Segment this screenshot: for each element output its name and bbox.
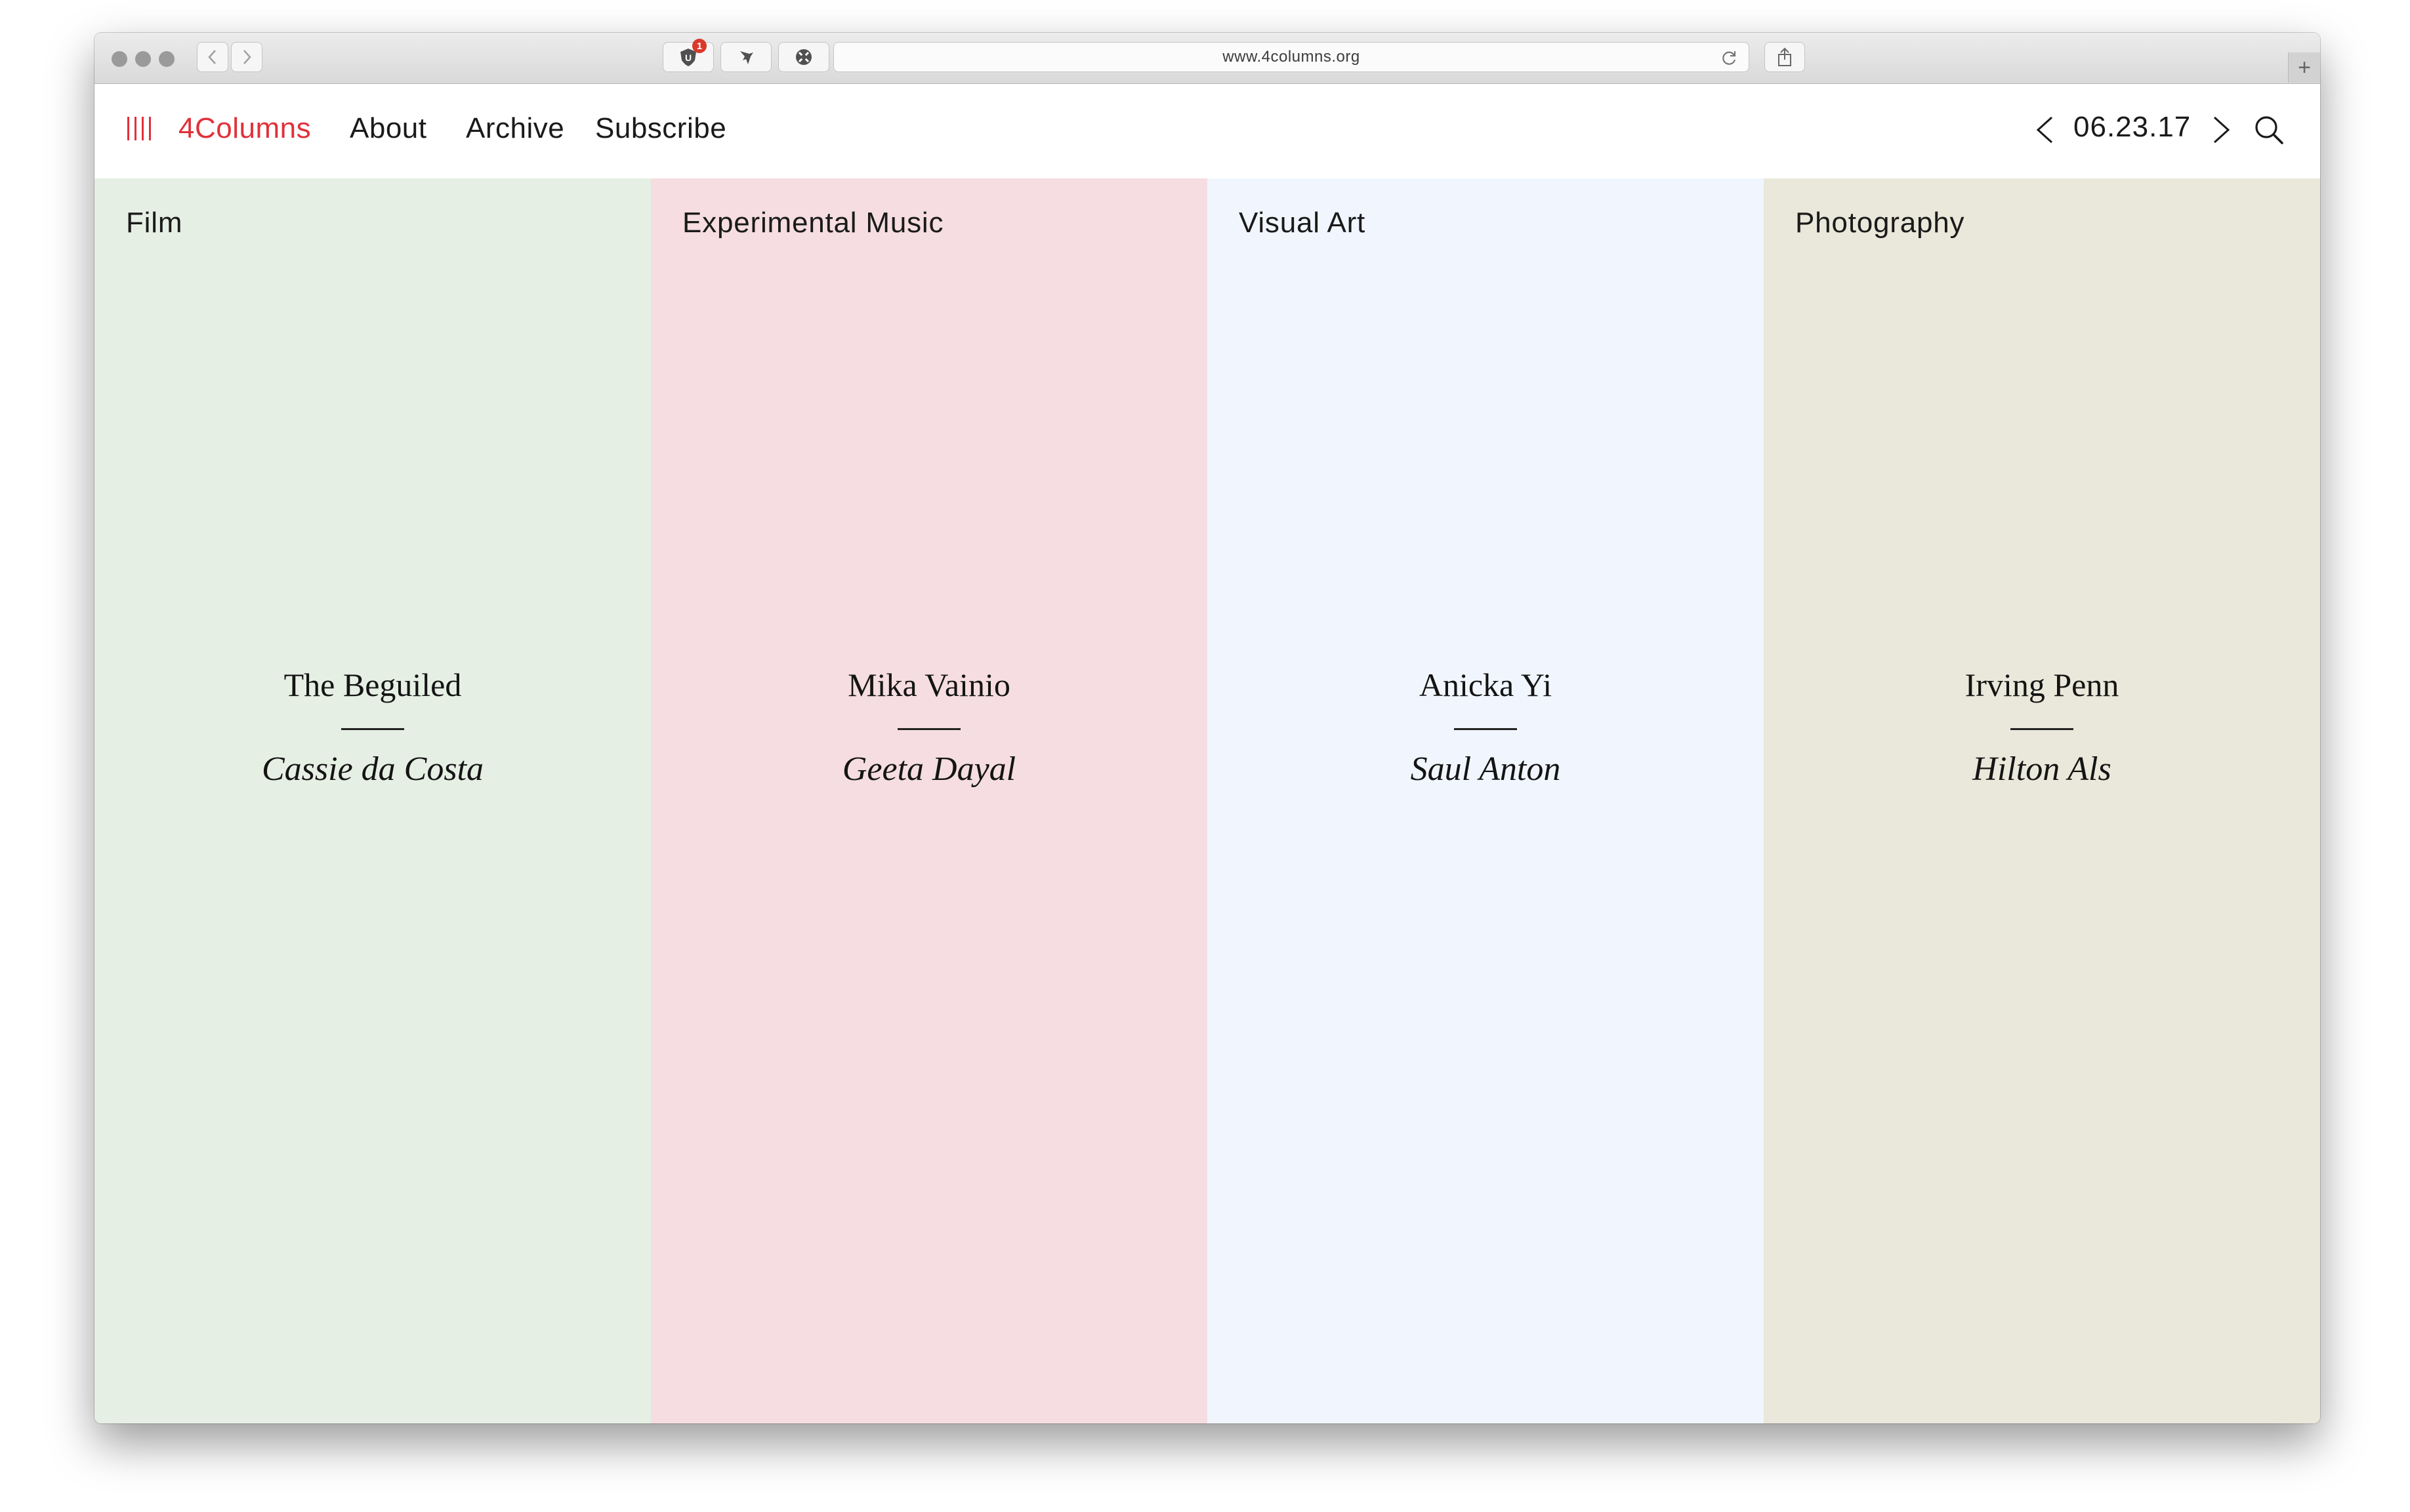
extension-badge: 1 — [692, 39, 707, 53]
article-title[interactable]: The Beguiled — [94, 664, 651, 706]
back-icon — [208, 50, 216, 64]
nav-about[interactable]: About — [350, 110, 426, 147]
article-title[interactable]: Mika Vainio — [651, 664, 1207, 706]
divider — [898, 728, 961, 730]
column-article: Mika Vainio Geeta Dayal — [651, 664, 1207, 790]
browser-toolbar: U 1 www.4columns.org + — [94, 33, 2320, 84]
nav-archive[interactable]: Archive — [466, 110, 564, 147]
svg-text:U: U — [685, 52, 692, 63]
zoom-window-button[interactable] — [159, 51, 175, 67]
forward-icon — [243, 50, 251, 64]
bird-icon — [740, 51, 753, 64]
site-header: 4Columns About Archive Subscribe 06.23.1… — [94, 84, 2320, 178]
column-article: Irving Penn Hilton Als — [1764, 664, 2320, 790]
settings-extension-button[interactable] — [778, 42, 829, 72]
column-experimental-music[interactable]: Experimental Music Mika Vainio Geeta Day… — [651, 178, 1207, 1423]
column-visual-art[interactable]: Visual Art Anicka Yi Saul Anton — [1207, 178, 1764, 1423]
reload-button[interactable] — [1720, 48, 1739, 68]
minimize-window-button[interactable] — [135, 51, 151, 67]
ublock-extension-button[interactable]: U 1 — [663, 39, 714, 72]
share-icon — [1778, 47, 1791, 66]
article-author[interactable]: Geeta Dayal — [651, 748, 1207, 790]
new-tab-button[interactable]: + — [2288, 52, 2320, 83]
chevron-left-icon — [2036, 116, 2053, 144]
settings-icon — [796, 49, 812, 65]
column-category: Film — [126, 207, 183, 239]
previous-date-button[interactable] — [2030, 114, 2059, 146]
article-author[interactable]: Cassie da Costa — [94, 748, 651, 790]
column-article: Anicka Yi Saul Anton — [1207, 664, 1764, 790]
divider — [1454, 728, 1517, 730]
url-text: www.4columns.org — [1222, 48, 1360, 66]
back-button[interactable] — [197, 42, 228, 72]
column-category: Photography — [1795, 207, 1965, 239]
columns-grid: Film The Beguiled Cassie da Costa Experi… — [94, 178, 2320, 1423]
nav-subscribe[interactable]: Subscribe — [595, 110, 726, 147]
column-film[interactable]: Film The Beguiled Cassie da Costa — [94, 178, 651, 1423]
article-title[interactable]: Anicka Yi — [1207, 664, 1764, 706]
browser-window: U 1 www.4columns.org + 4Columns About Ar… — [94, 33, 2320, 1423]
chevron-right-icon — [2213, 116, 2230, 144]
article-title[interactable]: Irving Penn — [1764, 664, 2320, 706]
reload-icon — [1722, 51, 1736, 65]
plus-icon: + — [2298, 54, 2311, 80]
issue-date: 06.23.17 — [2073, 111, 2192, 143]
column-category: Experimental Music — [682, 207, 944, 239]
site-logo[interactable]: 4Columns — [178, 110, 311, 147]
divider — [2010, 728, 2073, 730]
address-bar[interactable]: www.4columns.org — [833, 42, 1749, 72]
column-article: The Beguiled Cassie da Costa — [94, 664, 651, 790]
article-author[interactable]: Saul Anton — [1207, 748, 1764, 790]
forward-button[interactable] — [231, 42, 262, 72]
search-icon[interactable] — [2253, 114, 2285, 146]
share-button[interactable] — [1764, 42, 1805, 72]
column-photography[interactable]: Photography Irving Penn Hilton Als — [1764, 178, 2320, 1423]
column-category: Visual Art — [1239, 207, 1366, 239]
close-window-button[interactable] — [112, 51, 127, 67]
logo-bars-icon[interactable] — [127, 117, 154, 143]
bird-extension-button[interactable] — [720, 42, 772, 72]
next-date-button[interactable] — [2207, 114, 2236, 146]
article-author[interactable]: Hilton Als — [1764, 748, 2320, 790]
divider — [341, 728, 404, 730]
